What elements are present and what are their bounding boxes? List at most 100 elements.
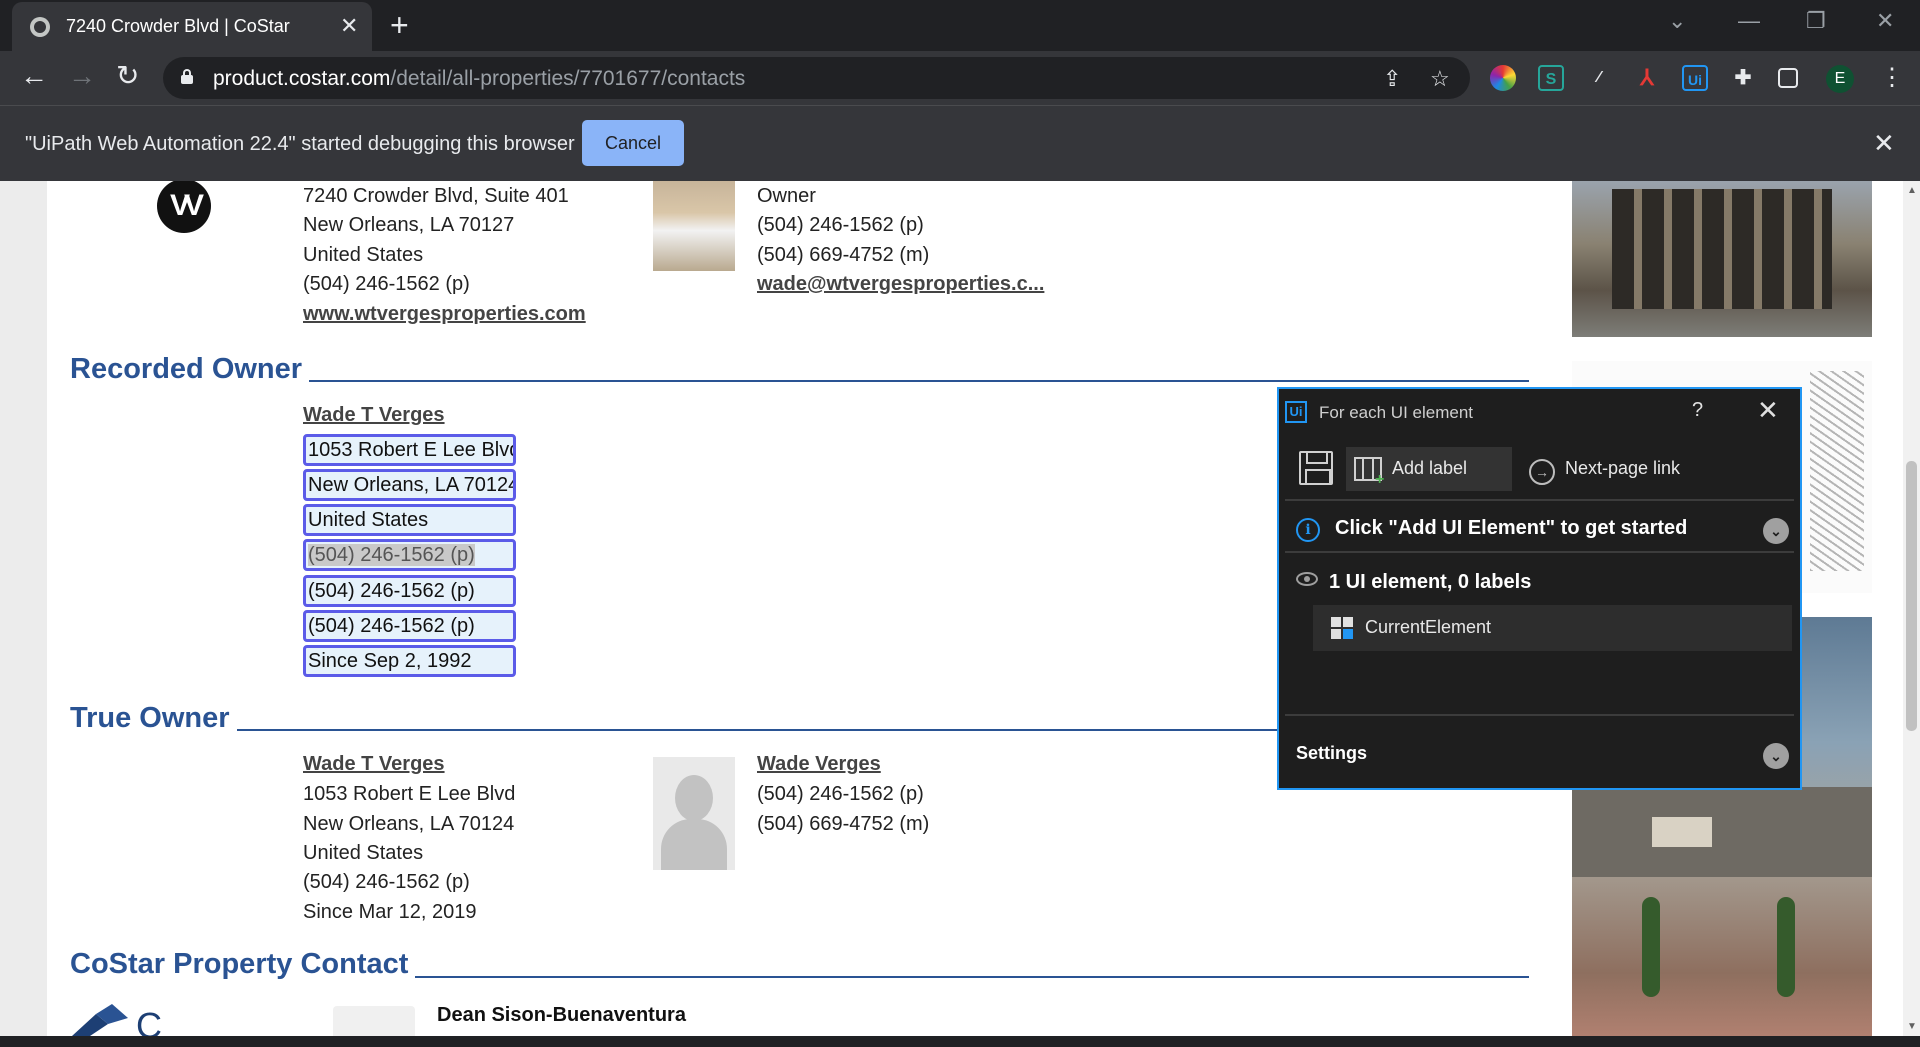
contact-email-link[interactable]: wade@wtvergesproperties.c... (757, 271, 1044, 297)
screen: 7240 Crowder Blvd | CoStar ✕ + ⌄ — ❐ ✕ ←… (0, 0, 1920, 1047)
recorded-owner-rule (309, 380, 1529, 382)
scroll-down-icon[interactable]: ▼ (1907, 1021, 1917, 1032)
help-icon[interactable]: ? (1692, 399, 1703, 422)
element-count: 1 UI element, 0 labels (1329, 571, 1532, 593)
true-owner-contact-phone-p: (504) 246-1562 (p) (757, 783, 924, 805)
true-owner-phone: (504) 246-1562 (p) (303, 871, 470, 893)
profile-avatar[interactable]: E (1826, 65, 1854, 93)
scroll-thumb[interactable] (1906, 461, 1917, 731)
true-owner-name-link[interactable]: Wade T Verges (303, 751, 445, 777)
url-text: product.costar.com/detail/all-properties… (213, 67, 746, 90)
add-label-text: Add label (1392, 458, 1468, 478)
true-owner-country: United States (303, 842, 424, 864)
company-address-line2: New Orleans, LA 70127 (303, 214, 515, 236)
true-owner-since: Since Mar 12, 2019 (303, 901, 477, 923)
uipath-logo-icon: Ui (1285, 401, 1307, 423)
browser-toolbar: ← → ↻ product.costar.com/detail/all-prop… (0, 51, 1920, 105)
costar-contact-rule (415, 976, 1529, 978)
address-bar[interactable]: product.costar.com/detail/all-properties… (163, 57, 1470, 99)
true-owner-contact-phone-m: (504) 669-4752 (m) (757, 813, 930, 835)
recorded-owner-field-city[interactable]: New Orleans, LA 70124 (303, 469, 516, 501)
share-icon[interactable]: ⇪ (1383, 66, 1401, 92)
uipath-for-each-dialog: Ui For each UI element ? ✕ + Add label →… (1277, 387, 1802, 790)
dialog-divider (1285, 714, 1794, 716)
svg-text:C: C (136, 1005, 162, 1036)
ui-element-row[interactable]: CurrentElement (1313, 605, 1792, 651)
company-logo: VV (157, 181, 211, 233)
ui-element-icon (1331, 617, 1353, 639)
uipath-extension-icon[interactable]: Ui (1682, 65, 1708, 91)
contact-role: Owner (757, 185, 816, 207)
recorded-owner-field-since[interactable]: Since Sep 2, 1992 (303, 645, 516, 677)
next-page-icon[interactable]: → (1529, 459, 1555, 485)
recorded-owner-field-phone-selected[interactable]: (504) 246-1562 (p) (303, 539, 516, 571)
recorded-owner-title: Recorded Owner (70, 353, 303, 385)
selected-phone-text: (504) 246-1562 (p) (308, 544, 475, 566)
recorded-owner-field-address[interactable]: 1053 Robert E Lee Blvd (303, 434, 516, 466)
recorded-owner-field-phone-2[interactable]: (504) 246-1562 (p) (303, 575, 516, 607)
company-country: United States (303, 244, 424, 266)
infobar-close-icon[interactable]: ✕ (1873, 128, 1895, 159)
tab-title: 7240 Crowder Blvd | CoStar (66, 16, 290, 36)
browser-tab[interactable]: 7240 Crowder Blvd | CoStar ✕ (12, 2, 372, 51)
recorded-owner-field-country[interactable]: United States (303, 504, 516, 536)
s-extension-icon[interactable]: S (1538, 65, 1564, 91)
company-phone: (504) 246-1562 (p) (303, 273, 470, 295)
eye-icon[interactable] (1296, 572, 1318, 586)
costar-contact-title: CoStar Property Contact (70, 948, 409, 980)
lock-icon (181, 69, 193, 84)
back-icon[interactable]: ← (20, 61, 48, 91)
settings-chevron-icon[interactable]: ⌄ (1763, 743, 1789, 769)
window-close-icon[interactable]: ✕ (1876, 8, 1894, 34)
default-avatar (653, 757, 735, 870)
company-address-line1: 7240 Crowder Blvd, Suite 401 (303, 185, 569, 207)
browser-tab-bar: 7240 Crowder Blvd | CoStar ✕ + ⌄ — ❐ ✕ (0, 0, 1920, 51)
dialog-divider (1285, 499, 1794, 501)
extensions-puzzle-icon[interactable]: ✚ (1730, 65, 1756, 91)
building-photo-1[interactable] (1572, 181, 1872, 337)
debugging-infobar: "UiPath Web Automation 22.4" started deb… (0, 105, 1920, 181)
true-owner-title: True Owner (70, 702, 230, 734)
reload-icon[interactable]: ↻ (116, 61, 139, 91)
globe-icon (30, 17, 50, 37)
ui-element-name: CurrentElement (1365, 617, 1492, 637)
taskbar-strip (0, 1036, 1920, 1047)
next-page-link-button[interactable]: Next-page link (1565, 458, 1680, 479)
contact-phone-m: (504) 669-4752 (m) (757, 244, 930, 266)
settings-label[interactable]: Settings (1296, 743, 1367, 764)
recorded-owner-field-phone-3[interactable]: (504) 246-1562 (p) (303, 610, 516, 642)
side-panel-icon[interactable] (1778, 68, 1798, 88)
contact-photo (653, 181, 735, 271)
costar-contact-name: Dean Sison-Buenaventura (437, 1004, 686, 1026)
color-extension-icon[interactable] (1490, 65, 1516, 91)
menu-kebab-icon[interactable]: ⋮ (1880, 63, 1904, 92)
dialog-instruction: Click "Add UI Element" to get started (1335, 517, 1688, 539)
tab-close-icon[interactable]: ✕ (340, 13, 358, 39)
add-label-button[interactable]: + Add label (1346, 447, 1512, 491)
picker-extension-icon[interactable]: ⁄ (1586, 65, 1612, 91)
tab-search-icon[interactable]: ⌄ (1668, 8, 1686, 34)
true-owner-address-line1: 1053 Robert E Lee Blvd (303, 783, 516, 805)
costar-logo: C (72, 1004, 162, 1036)
restore-icon[interactable]: ❐ (1806, 8, 1826, 34)
page-scrollbar[interactable]: ▲ ▼ (1903, 181, 1920, 1036)
forward-icon[interactable]: → (68, 61, 96, 91)
cancel-debugging-button[interactable]: Cancel (582, 120, 684, 166)
dialog-title: For each UI element (1319, 403, 1474, 422)
company-website-link[interactable]: www.wtvergesproperties.com (303, 301, 586, 327)
minimize-icon[interactable]: — (1738, 8, 1760, 34)
save-icon[interactable] (1299, 451, 1333, 485)
dialog-close-icon[interactable]: ✕ (1757, 395, 1779, 426)
contact-phone-p: (504) 246-1562 (p) (757, 214, 924, 236)
new-tab-icon[interactable]: + (390, 7, 409, 44)
dialog-divider (1285, 551, 1794, 553)
bookmark-star-icon[interactable]: ☆ (1430, 66, 1450, 92)
plus-icon: + (1375, 471, 1385, 488)
scroll-up-icon[interactable]: ▲ (1907, 185, 1917, 196)
recorded-owner-name-link[interactable]: Wade T Verges (303, 402, 445, 428)
infobar-message: "UiPath Web Automation 22.4" started deb… (25, 133, 575, 155)
true-owner-contact-link[interactable]: Wade Verges (757, 751, 881, 777)
expand-chevron-icon[interactable]: ⌄ (1763, 518, 1789, 544)
pdf-extension-icon[interactable]: ⅄ (1634, 65, 1660, 91)
info-icon: i (1296, 518, 1320, 542)
